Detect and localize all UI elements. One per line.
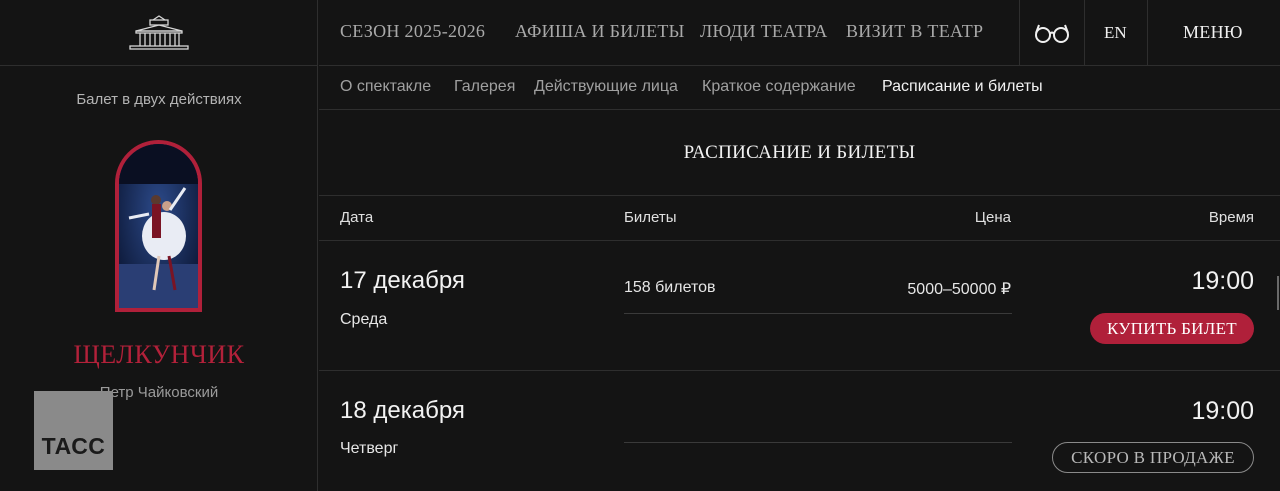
- tass-watermark-text: ТАСС: [41, 433, 106, 459]
- tass-watermark: ТАСС: [34, 391, 113, 470]
- row-divider: [624, 442, 1012, 443]
- tab-schedule[interactable]: Расписание и билеты: [882, 78, 1043, 96]
- performance-genre: Балет в двух действиях: [76, 91, 242, 108]
- column-price: Цена: [974, 209, 1011, 226]
- nav-afisha[interactable]: АФИША И БИЛЕТЫ: [515, 21, 685, 42]
- row-tickets: 158 билетов: [624, 279, 716, 296]
- performance-title: ЩЕЛКУНЧИК: [73, 340, 245, 369]
- scrollbar[interactable]: [1277, 276, 1279, 310]
- row-divider: [624, 313, 1012, 314]
- nav-season[interactable]: СЕЗОН 2025-2026: [340, 21, 485, 42]
- tab-about[interactable]: О спектакле: [340, 78, 431, 96]
- row-weekday: Среда: [340, 311, 388, 328]
- column-date: Дата: [340, 209, 374, 226]
- tab-synopsis[interactable]: Краткое содержание: [702, 78, 856, 96]
- buy-ticket-button[interactable]: КУПИТЬ БИЛЕТ: [1090, 313, 1254, 344]
- menu-button[interactable]: МЕНЮ: [1183, 22, 1243, 43]
- schedule-table-header: Дата Билеты Цена Время: [319, 196, 1280, 241]
- performance-tabs: О спектакле Галерея Действующие лица Кра…: [319, 66, 1280, 110]
- row-time: 19:00: [1191, 397, 1254, 425]
- performance-image: [115, 140, 202, 312]
- language-switch[interactable]: EN: [1104, 23, 1127, 43]
- nav-divider: [1084, 0, 1085, 66]
- tab-cast[interactable]: Действующие лица: [534, 78, 678, 96]
- row-date: 17 декабря: [340, 267, 465, 294]
- top-navigation: СЕЗОН 2025-2026 АФИША И БИЛЕТЫ ЛЮДИ ТЕАТ…: [319, 0, 1280, 66]
- schedule-heading: РАСПИСАНИЕ И БИЛЕТЫ: [319, 110, 1280, 196]
- table-row: 18 декабря Четверг 19:00 СКОРО В ПРОДАЖЕ: [319, 371, 1280, 491]
- row-date: 18 декабря: [340, 397, 465, 424]
- nav-visit[interactable]: ВИЗИТ В ТЕАТР: [846, 21, 983, 42]
- row-weekday: Четверг: [340, 440, 399, 457]
- performance-sidebar: Балет в двух действиях ЩЕЛКУНЧИК Петр Ча…: [0, 0, 318, 491]
- coming-soon-button[interactable]: СКОРО В ПРОДАЖЕ: [1052, 442, 1254, 473]
- nav-people[interactable]: ЛЮДИ ТЕАТРА: [700, 21, 828, 42]
- column-tickets: Билеты: [624, 209, 677, 226]
- column-time: Время: [1208, 209, 1254, 226]
- glasses-icon[interactable]: [1034, 18, 1070, 46]
- nav-divider: [1019, 0, 1020, 66]
- nav-divider: [1147, 0, 1148, 66]
- tab-gallery[interactable]: Галерея: [454, 78, 515, 96]
- table-row: 17 декабря Среда 158 билетов 5000–50000 …: [319, 241, 1280, 371]
- logo-link[interactable]: [0, 0, 318, 66]
- theatre-building-icon: [129, 14, 189, 50]
- row-time: 19:00: [1191, 267, 1254, 295]
- row-price: 5000–50000 ₽: [907, 281, 1011, 298]
